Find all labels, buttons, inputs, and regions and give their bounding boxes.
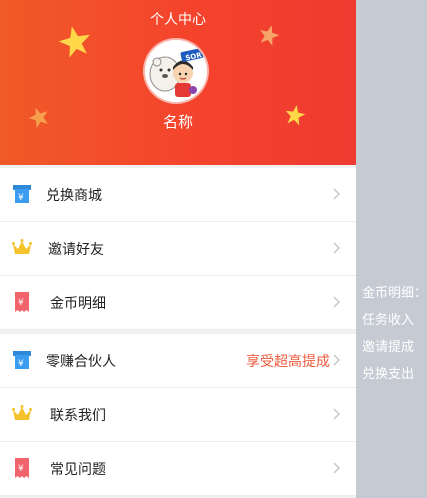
- receipt-icon: ¥: [15, 292, 29, 312]
- chevron-right-icon: [333, 296, 340, 308]
- star-decoration-icon: [58, 26, 91, 57]
- menu-item-coin-details[interactable]: ¥ 金币明细: [0, 276, 356, 330]
- profile-header: 个人中心 SOR 名称: [0, 0, 356, 165]
- ticket-icon: ¥: [13, 351, 31, 369]
- menu-item-exchange-mall[interactable]: ¥ 兑换商城: [0, 168, 356, 222]
- svg-text:¥: ¥: [18, 193, 24, 203]
- side-item: 任务收入: [362, 313, 415, 328]
- side-item: 邀请提成: [362, 340, 415, 355]
- username: 名称: [162, 113, 193, 131]
- svg-text:¥: ¥: [18, 464, 24, 474]
- svg-text:¥: ¥: [18, 298, 24, 308]
- phone-screen: 个人中心 SOR 名称 ¥ 兑换商城 邀请好友 ¥ 金币明细 ¥ 零赚合伙人 享…: [0, 0, 356, 498]
- menu-item-partner[interactable]: ¥ 零赚合伙人 享受超高提成: [0, 334, 356, 388]
- coin-details-note: 金币明细： 任务收入 邀请提成 兑换支出: [362, 280, 427, 388]
- menu-list: ¥ 兑换商城 邀请好友 ¥ 金币明细 ¥ 零赚合伙人 享受超高提成 联系我们 ¥…: [0, 168, 356, 496]
- partner-promo-text: 享受超高提成: [246, 354, 330, 370]
- menu-item-label: 邀请好友: [48, 242, 104, 258]
- svg-text:¥: ¥: [18, 359, 24, 369]
- side-title: 金币明细：: [362, 286, 427, 301]
- menu-item-label: 兑换商城: [46, 188, 102, 204]
- chevron-right-icon: [333, 462, 340, 474]
- menu-item-contact-us[interactable]: 联系我们: [0, 388, 356, 442]
- avatar[interactable]: SOR: [145, 40, 207, 102]
- side-item: 兑换支出: [362, 367, 415, 382]
- chevron-right-icon: [333, 188, 340, 200]
- crown-icon: [12, 239, 32, 254]
- chevron-right-icon: [333, 354, 340, 366]
- chevron-right-icon: [333, 408, 340, 420]
- chevron-right-icon: [333, 242, 340, 254]
- menu-item-label: 金币明细: [50, 296, 106, 312]
- menu-item-label: 零赚合伙人: [46, 354, 116, 370]
- menu-item-label: 联系我们: [50, 408, 106, 424]
- crown-icon: [12, 405, 32, 420]
- menu-item-label: 常见问题: [50, 462, 106, 478]
- receipt-icon: ¥: [15, 458, 29, 478]
- menu-item-faq[interactable]: ¥ 常见问题: [0, 442, 356, 496]
- avatar-illustration-icon: SOR: [145, 40, 207, 102]
- star-decoration-icon: [259, 25, 280, 46]
- ticket-icon: ¥: [13, 185, 31, 203]
- page-title: 个人中心: [150, 12, 206, 28]
- menu-item-invite-friends[interactable]: 邀请好友: [0, 222, 356, 276]
